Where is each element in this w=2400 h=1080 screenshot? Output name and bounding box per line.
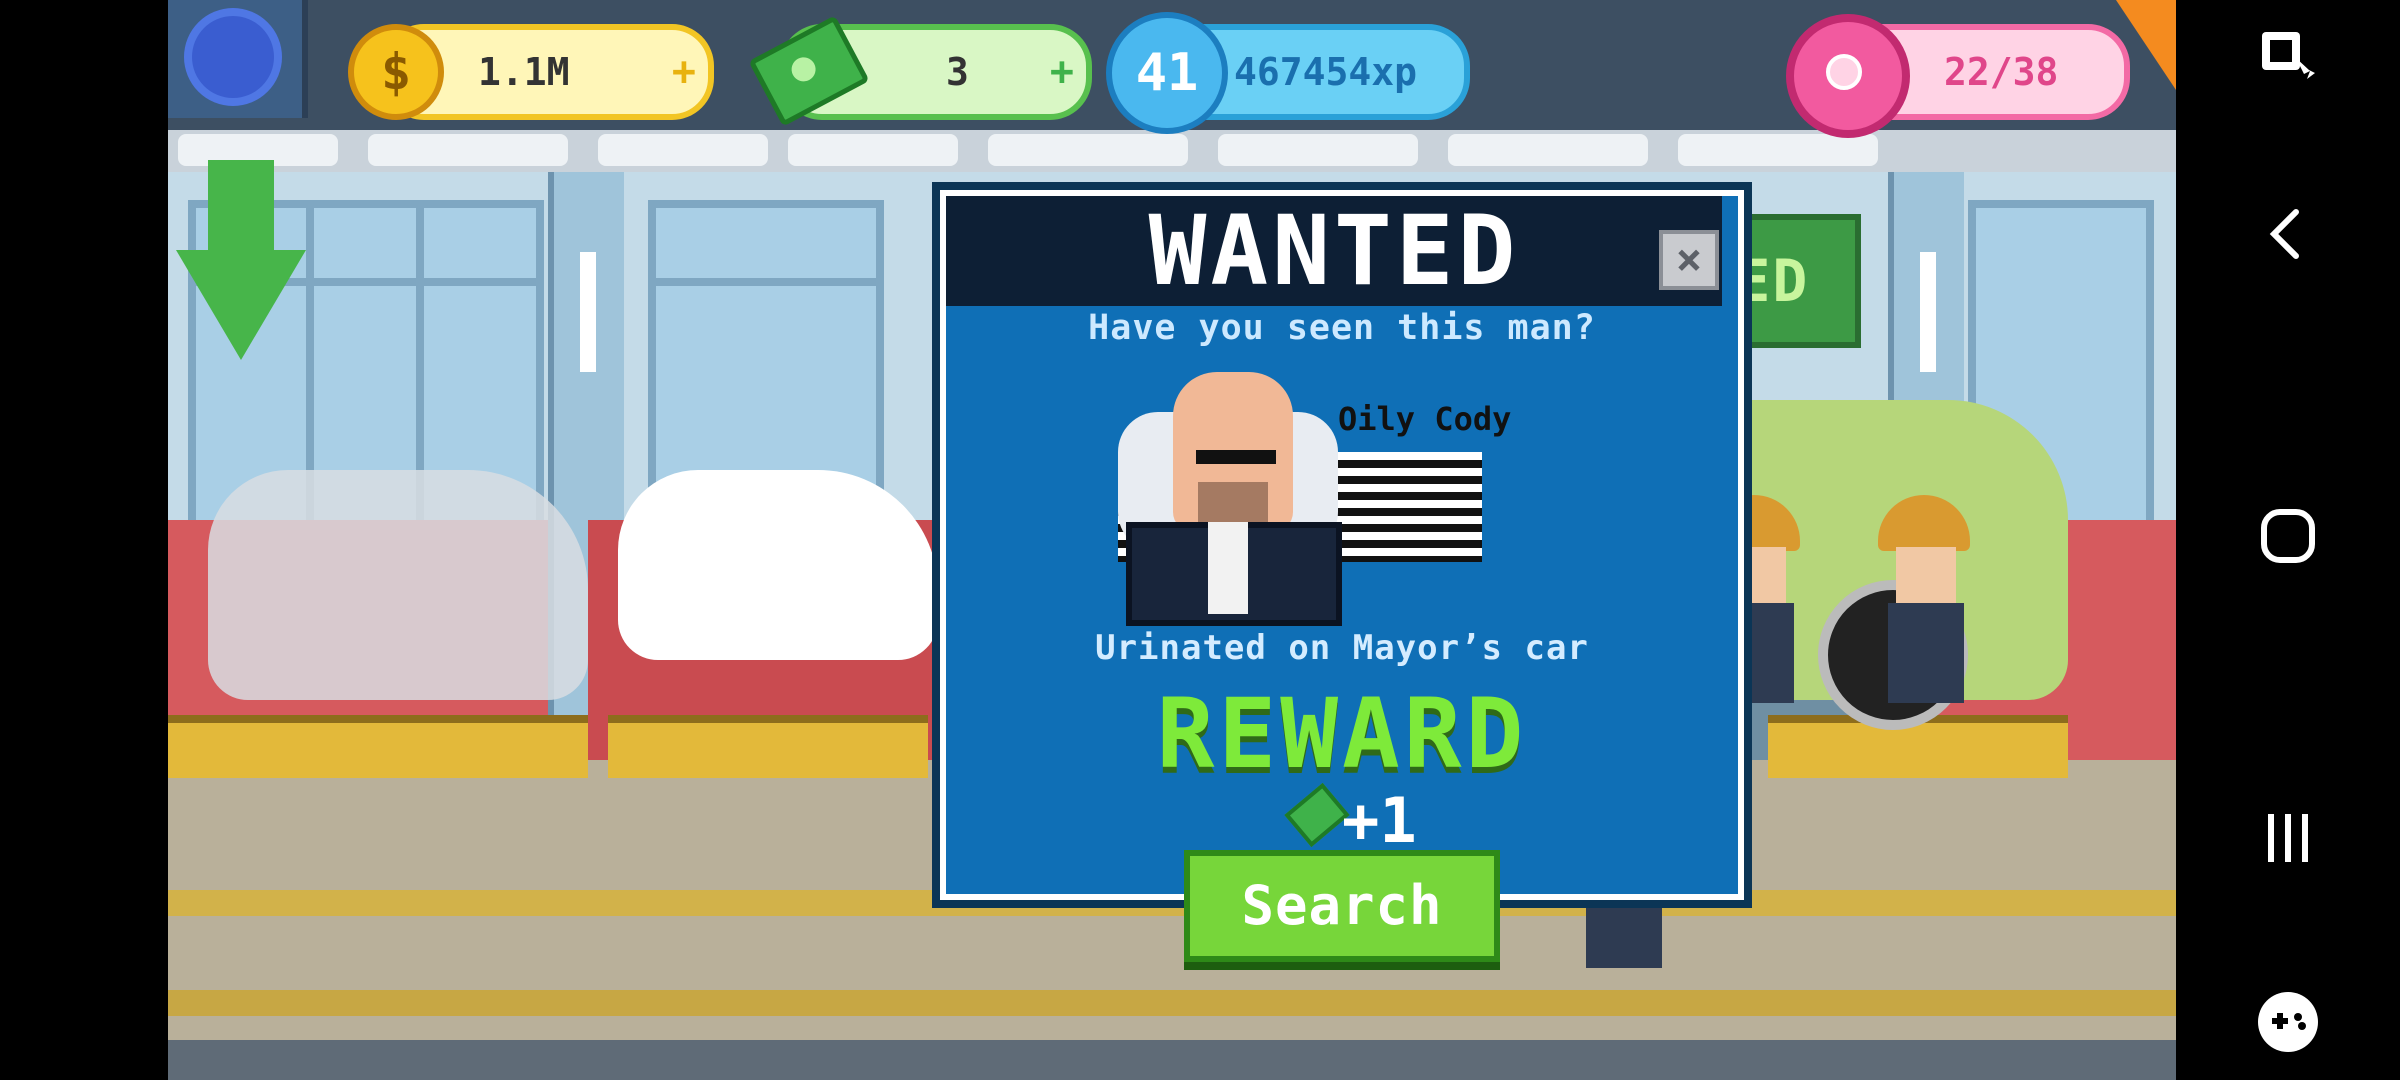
cash-icon [1284,782,1350,848]
light-segment [368,134,568,166]
coin-icon: $ [348,24,444,120]
wanted-dialog: WANTED × Have you seen this man? Oily Co… [932,182,1752,908]
donut-counter[interactable]: 22/38 [1786,14,2130,138]
car-frame[interactable] [208,470,588,700]
mechanic-worker[interactable] [1878,495,1978,705]
cash-counter[interactable]: 3 + [748,15,1092,127]
game-launcher-icon[interactable] [2256,990,2320,1054]
wanted-mugshot [1118,372,1342,626]
conveyor-belt [168,715,588,778]
green-arrow-icon[interactable] [208,160,274,255]
xp-counter[interactable]: 41 467454xp [1106,12,1470,134]
close-button[interactable]: × [1659,230,1719,290]
level-badge: 41 [1106,12,1228,134]
light-segment [1448,134,1648,166]
light-segment [988,134,1188,166]
recents-icon[interactable] [2256,806,2320,870]
white-car[interactable] [618,470,938,660]
system-navigation-bar [2176,0,2400,1080]
crime-text: Urinated on Mayor’s car [1095,628,1589,668]
reward-amount: +1 [1342,784,1417,857]
light-segment [788,134,958,166]
screen-capture-icon[interactable] [2256,24,2320,88]
light-segment [1218,134,1418,166]
add-coins-plus-icon[interactable]: + [672,30,696,114]
dialog-title: WANTED [1148,195,1520,307]
question-text: Have you seen this man? [1088,308,1596,348]
back-icon[interactable] [2256,202,2320,266]
green-arrow-head [176,250,306,360]
cash-value: 3 [946,50,969,94]
home-icon[interactable] [2256,504,2320,568]
wanted-name: Oily Cody [1338,400,1512,438]
corner-ribbon [2116,0,2176,90]
light-segment [1678,134,1878,166]
donut-icon [1786,14,1910,138]
search-button[interactable]: Search [1184,850,1500,962]
game-stage[interactable]: SPEED UP $ 1.1M + 3 + 41 467454xp 22/38 … [168,0,2176,1080]
reward-title: REWARD [1156,678,1528,790]
coins-value: 1.1M [478,50,570,94]
donut-value: 22/38 [1944,50,2059,94]
add-cash-plus-icon[interactable]: + [1050,30,1074,114]
light-segment [598,134,768,166]
profile-avatar[interactable] [168,0,308,118]
coins-counter[interactable]: $ 1.1M + [348,24,714,120]
xp-value: 467454xp [1234,50,1418,94]
dialog-header: WANTED × [946,196,1722,306]
conveyor-belt [608,715,928,778]
